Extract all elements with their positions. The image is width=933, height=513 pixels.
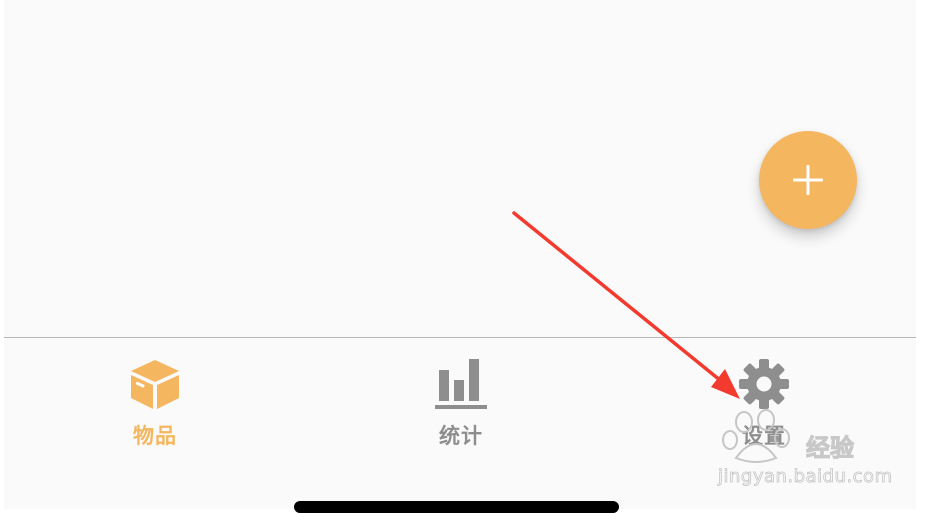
bottom-tab-bar: 物品 统计 设置 (4, 337, 916, 509)
tab-statistics[interactable]: 统计 (381, 354, 541, 454)
bar-chart-icon (431, 354, 491, 414)
tab-items-label: 物品 (133, 424, 177, 448)
add-item-button[interactable] (759, 131, 857, 229)
tab-statistics-label: 统计 (439, 424, 483, 448)
tab-items[interactable]: 物品 (75, 354, 235, 454)
plus-icon (793, 165, 823, 195)
home-indicator (294, 501, 619, 513)
box-icon (125, 354, 185, 414)
gear-icon (734, 354, 794, 414)
app-screen: 物品 统计 设置 (4, 0, 916, 509)
tab-settings[interactable]: 设置 (684, 354, 844, 454)
tab-settings-label: 设置 (742, 424, 786, 448)
